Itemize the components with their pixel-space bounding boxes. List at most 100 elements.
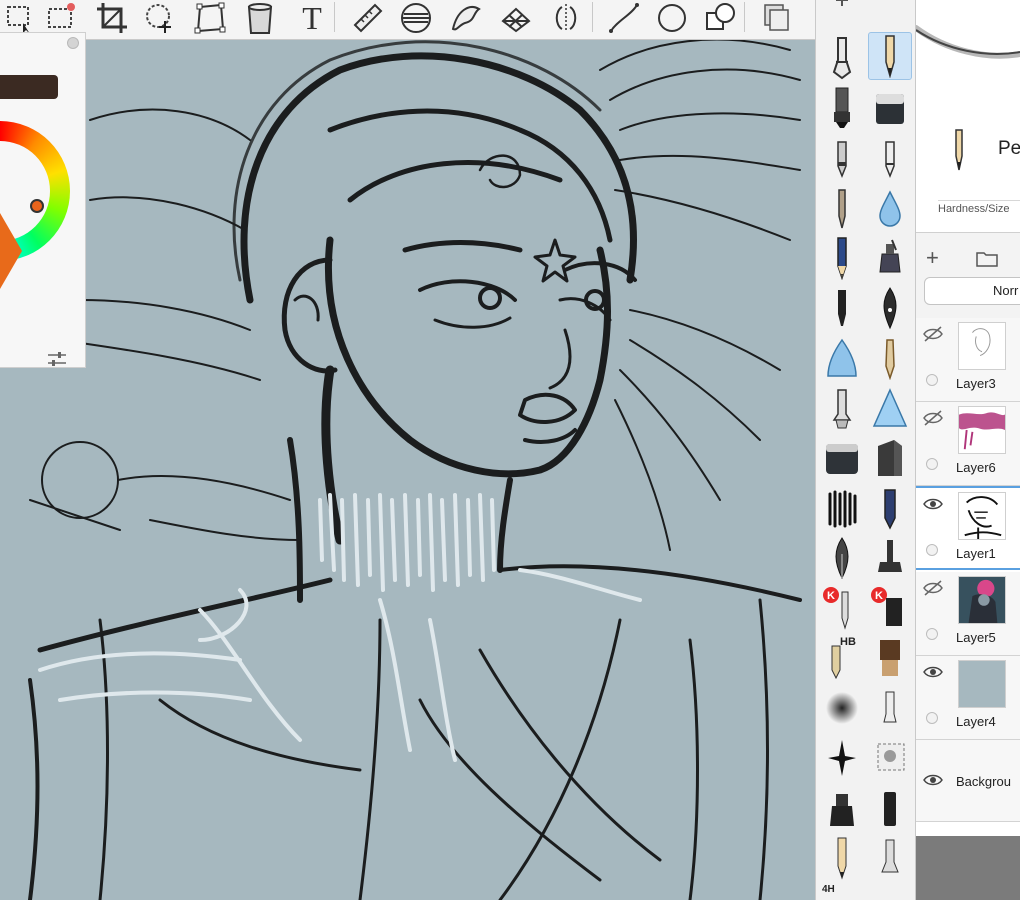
current-color-swatch[interactable] [0,75,58,99]
ellipse-ruler-icon[interactable] [396,0,436,36]
eraser-brush[interactable] [868,84,912,132]
ink-brush[interactable] [820,184,864,232]
flat-brush[interactable] [868,634,912,682]
visible-eye-icon[interactable] [922,496,944,512]
panel-footer [916,836,1020,900]
brush-name: Pe [998,138,1020,159]
toolbar-divider [592,2,593,32]
layer-thumbnail [958,660,1006,708]
toolbar-divider [744,2,745,32]
sliders-icon[interactable] [46,351,68,367]
block-eraser-brush[interactable] [820,434,864,482]
shape-tool-icon[interactable] [700,0,740,36]
texture-stamp-brush[interactable] [868,734,912,782]
layer-select-radio[interactable] [926,544,938,556]
layer-row-active[interactable]: Layer1 [916,486,1020,570]
ellipse-shape-icon[interactable] [652,0,692,36]
layer-toolbar: + Norr [916,232,1020,318]
distort-icon[interactable] [190,0,230,36]
layer-name: Backgrou [956,774,1011,789]
layer-thumbnail [958,406,1006,454]
water-drop-brush[interactable] [868,184,912,232]
french-curve-icon[interactable] [446,0,486,36]
layer-thumbnail [958,322,1006,370]
oil-pastel-brush[interactable] [868,334,912,382]
kuretake-marker-brush[interactable]: K [868,584,912,632]
blend-mode-select[interactable]: Norr [924,277,1020,305]
layer-row[interactable]: Layer4 [916,656,1020,740]
layer-select-radio[interactable] [926,712,938,724]
layer-name: Layer5 [956,630,996,645]
layer-select-radio[interactable] [926,628,938,640]
chalk-brush[interactable] [868,784,912,832]
text-tool-glyph: T [302,0,322,36]
layer-thumbnail [958,576,1006,624]
silver-pen-brush[interactable] [868,834,912,882]
layer-row[interactable]: Layer6 [916,402,1020,486]
sparkle-brush[interactable] [820,734,864,782]
visible-eye-icon[interactable] [922,664,944,680]
perspective-grid-icon[interactable] [496,0,536,36]
layer-copy-icon[interactable] [756,0,796,36]
layer-name: Layer4 [956,714,996,729]
grid-view-icon[interactable] [868,0,912,10]
layer-row[interactable]: Layer5 [916,572,1020,656]
bristle-brush[interactable] [820,484,864,532]
colored-pencil-brush[interactable] [820,234,864,282]
text-tool-icon[interactable]: T [292,0,332,36]
layer-name: Layer3 [956,376,996,391]
app-window: T K K HB 4H Pe Hardness/Size + Norr Laye… [0,0,1020,900]
brush-preview-icon [955,129,963,171]
top-toolbar: T [0,0,815,40]
crop-icon[interactable] [92,0,132,36]
ink-bottle-brush[interactable] [868,234,912,282]
hue-marker[interactable] [30,199,44,213]
layer-select-radio[interactable] [926,458,938,470]
thick-pencil-brush[interactable] [868,484,912,532]
layer-name: Layer1 [956,546,996,561]
drawing-canvas[interactable] [0,40,815,900]
technical-pen-brush[interactable] [820,34,864,82]
layer-row[interactable]: Layer3 [916,318,1020,402]
right-panel: Pe Hardness/Size + Norr Layer3 Layer6 La… [913,0,1020,900]
pencil-brush[interactable] [868,32,912,80]
hidden-eye-icon[interactable] [922,326,944,342]
background-layer-row[interactable]: Backgrou [916,740,1020,822]
marker-brush[interactable] [820,84,864,132]
chunk-brush[interactable] [868,434,912,482]
panel-close-button[interactable] [67,37,79,49]
visible-eye-icon[interactable] [922,772,944,788]
brush-library: K K HB 4H [815,0,916,900]
calligraphy-pen-brush[interactable] [820,534,864,582]
symmetry-icon[interactable] [546,0,586,36]
felt-marker-brush[interactable] [820,134,864,182]
curve-line-icon[interactable] [604,0,644,36]
4h-pencil-brush[interactable] [820,834,864,882]
add-layer-button[interactable]: + [926,245,939,271]
dip-pen-brush[interactable] [868,284,912,332]
hidden-eye-icon[interactable] [922,580,944,596]
saturation-triangle[interactable] [0,213,22,289]
layer-select-radio[interactable] [926,374,938,386]
ink-well-brush[interactable] [820,784,864,832]
watercolor-brush[interactable] [820,334,864,382]
ruler-icon[interactable] [348,0,388,36]
brush-settings-icon[interactable] [820,0,864,10]
hb-label: HB [840,636,856,648]
rectangle-select-icon[interactable] [0,0,40,36]
kuretake-pen-brush[interactable]: K [820,584,864,632]
folder-icon[interactable] [976,249,998,267]
fill-bucket-icon[interactable] [240,0,280,36]
stamp-brush[interactable] [868,534,912,582]
transform-select-icon[interactable] [42,0,82,36]
triangle-brush[interactable] [868,384,912,432]
airbrush-pen-brush[interactable] [868,134,912,182]
fine-liner-brush[interactable] [820,284,864,332]
lasso-move-icon[interactable] [140,0,180,36]
mini-blender-brush[interactable] [868,684,912,732]
blender-brush[interactable] [820,384,864,432]
layer-name: Layer6 [956,460,996,475]
hidden-eye-icon[interactable] [922,410,944,426]
soft-airbrush-brush[interactable] [820,684,864,732]
hardness-size-label: Hardness/Size [938,200,1020,216]
